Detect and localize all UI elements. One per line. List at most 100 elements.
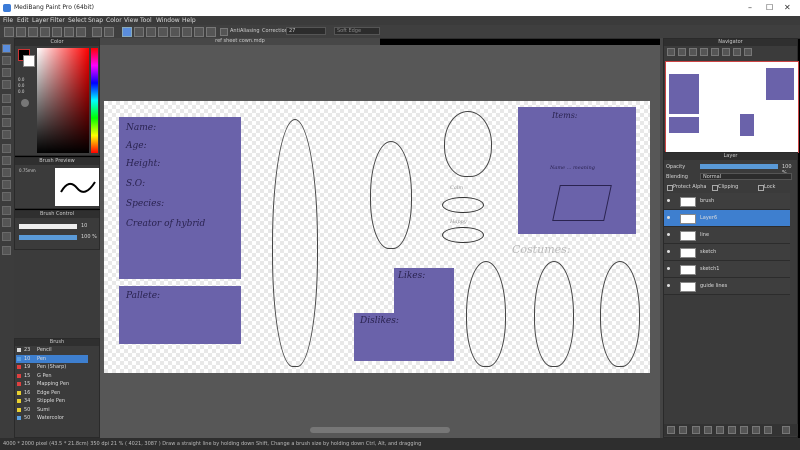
hue-slider[interactable]	[91, 48, 98, 153]
lasso-tool-icon[interactable]	[2, 156, 11, 165]
layer-row[interactable]: guide lines	[664, 278, 790, 295]
layer-visibility-icon[interactable]	[667, 267, 670, 270]
menu-color[interactable]: Color	[106, 17, 122, 24]
close-button[interactable]: ✕	[784, 3, 791, 12]
zoom-actual-icon[interactable]	[700, 48, 708, 56]
menu-layer[interactable]: Layer	[32, 17, 49, 24]
brush-item[interactable]: 34 Stipple Pen	[16, 397, 88, 405]
menu-filter[interactable]: Filter	[50, 17, 65, 24]
brush-item[interactable]: 23 Pencil	[16, 346, 88, 354]
brush-tool-icon[interactable]	[2, 44, 11, 53]
open-icon[interactable]	[16, 27, 26, 37]
dot-tool-icon[interactable]	[2, 68, 11, 77]
menu-view[interactable]: View	[124, 17, 138, 24]
menu-snap[interactable]: Snap	[88, 17, 103, 24]
window-icon[interactable]	[64, 27, 74, 37]
layer-up-icon[interactable]	[728, 426, 736, 434]
select-eraser-icon[interactable]	[2, 192, 11, 201]
rotate-reset-icon[interactable]	[733, 48, 741, 56]
antialiasing-checkbox[interactable]	[220, 28, 228, 36]
layer-more-icon[interactable]	[764, 426, 772, 434]
layer-visibility-icon[interactable]	[667, 233, 670, 236]
canvas-area[interactable]: Name: Age: Height: S.O: Species: Creator…	[100, 45, 660, 440]
brush-size-slider[interactable]	[19, 224, 77, 229]
select-tool-icon[interactable]	[2, 144, 11, 153]
snap-off-icon[interactable]	[122, 27, 132, 37]
soft-edge-field[interactable]: Soft Edge	[334, 27, 380, 35]
menu-file[interactable]: File	[3, 17, 13, 24]
brush-item[interactable]: 10 Pen	[16, 354, 88, 363]
saturation-value-picker[interactable]	[37, 48, 89, 153]
eraser-tool-icon[interactable]	[2, 56, 11, 65]
layer-settings-icon[interactable]	[752, 426, 760, 434]
fill-tool-icon[interactable]	[2, 118, 11, 127]
new-layer-menu-icon[interactable]	[679, 426, 687, 434]
brush-item[interactable]: 15 G Pen	[16, 372, 88, 380]
layer-row[interactable]: sketch1	[664, 261, 790, 278]
rotate-right-icon[interactable]	[722, 48, 730, 56]
layer-row[interactable]: sketch	[664, 244, 790, 261]
menu-window[interactable]: Window	[156, 17, 180, 24]
folder-layer-icon[interactable]	[704, 426, 712, 434]
snap-parallel-icon[interactable]	[134, 27, 144, 37]
save-icon[interactable]	[52, 27, 62, 37]
snap-vanish-icon[interactable]	[158, 27, 168, 37]
layer-visibility-icon[interactable]	[667, 284, 670, 287]
layer-row[interactable]: Layer6	[664, 210, 790, 227]
flip-icon[interactable]	[744, 48, 752, 56]
brush-opacity-slider[interactable]	[19, 235, 77, 240]
brush-item[interactable]: 50 Watercolor	[16, 414, 88, 422]
navigator-thumbnail[interactable]	[665, 61, 799, 153]
zoom-in-icon[interactable]	[667, 48, 675, 56]
magic-wand-icon[interactable]	[2, 168, 11, 177]
check-tool-icon[interactable]	[2, 80, 11, 89]
maximize-button[interactable]: ☐	[766, 3, 773, 12]
eyedropper-tool-icon[interactable]	[2, 232, 11, 241]
document-tab[interactable]: ref sheet cown.mdp	[100, 38, 380, 45]
menu-edit[interactable]: Edit	[17, 17, 29, 24]
cloud-icon[interactable]	[28, 27, 38, 37]
snap-radial-icon[interactable]	[170, 27, 180, 37]
menu-select[interactable]: Select	[68, 17, 87, 24]
zoom-out-icon[interactable]	[678, 48, 686, 56]
color-wheel-icon[interactable]	[21, 99, 29, 107]
snap-curve-icon[interactable]	[194, 27, 204, 37]
redo-icon[interactable]	[104, 27, 114, 37]
brush-item[interactable]: 16 Edge Pen	[16, 389, 88, 397]
menu-help[interactable]: Help	[182, 17, 196, 24]
correction-select[interactable]: 27	[286, 27, 326, 35]
horizontal-scrollbar[interactable]	[310, 427, 450, 433]
menu-tool[interactable]: Tool	[140, 17, 152, 24]
brush-item[interactable]: 15 Mapping Pen	[16, 380, 88, 388]
snap-circle-icon[interactable]	[182, 27, 192, 37]
rotate-left-icon[interactable]	[711, 48, 719, 56]
layer-down-icon[interactable]	[740, 426, 748, 434]
minimize-button[interactable]: –	[748, 3, 752, 12]
blending-select[interactable]: Normal	[700, 173, 792, 180]
canvas-sheet[interactable]: Name: Age: Height: S.O: Species: Creator…	[104, 101, 650, 373]
background-color-swatch[interactable]	[23, 55, 35, 67]
layer-opacity-slider[interactable]	[700, 164, 778, 169]
shape-tool-icon[interactable]	[2, 106, 11, 115]
merge-layer-icon[interactable]	[716, 426, 724, 434]
new-layer-icon[interactable]	[667, 426, 675, 434]
select-pen-icon[interactable]	[2, 180, 11, 189]
layer-row[interactable]: brush	[664, 193, 790, 210]
delete-layer-icon[interactable]	[782, 426, 790, 434]
divide-tool-icon[interactable]	[2, 218, 11, 227]
duplicate-layer-icon[interactable]	[692, 426, 700, 434]
snap-cross-icon[interactable]	[146, 27, 156, 37]
gradient-tool-icon[interactable]	[2, 130, 11, 139]
layer-row[interactable]: line	[664, 227, 790, 244]
move-tool-icon[interactable]	[2, 94, 11, 103]
snap-settings-icon[interactable]	[206, 27, 216, 37]
zoom-fit-icon[interactable]	[689, 48, 697, 56]
brush-item[interactable]: 19 Pen (Sharp)	[16, 363, 88, 371]
hand-tool-icon[interactable]	[2, 246, 11, 255]
new-icon[interactable]	[4, 27, 14, 37]
layer-visibility-icon[interactable]	[667, 199, 670, 202]
undo-icon[interactable]	[92, 27, 102, 37]
layer-visibility-icon[interactable]	[667, 216, 670, 219]
brush-item[interactable]: 50 Sumi	[16, 406, 88, 414]
text-tool-icon[interactable]	[2, 206, 11, 215]
